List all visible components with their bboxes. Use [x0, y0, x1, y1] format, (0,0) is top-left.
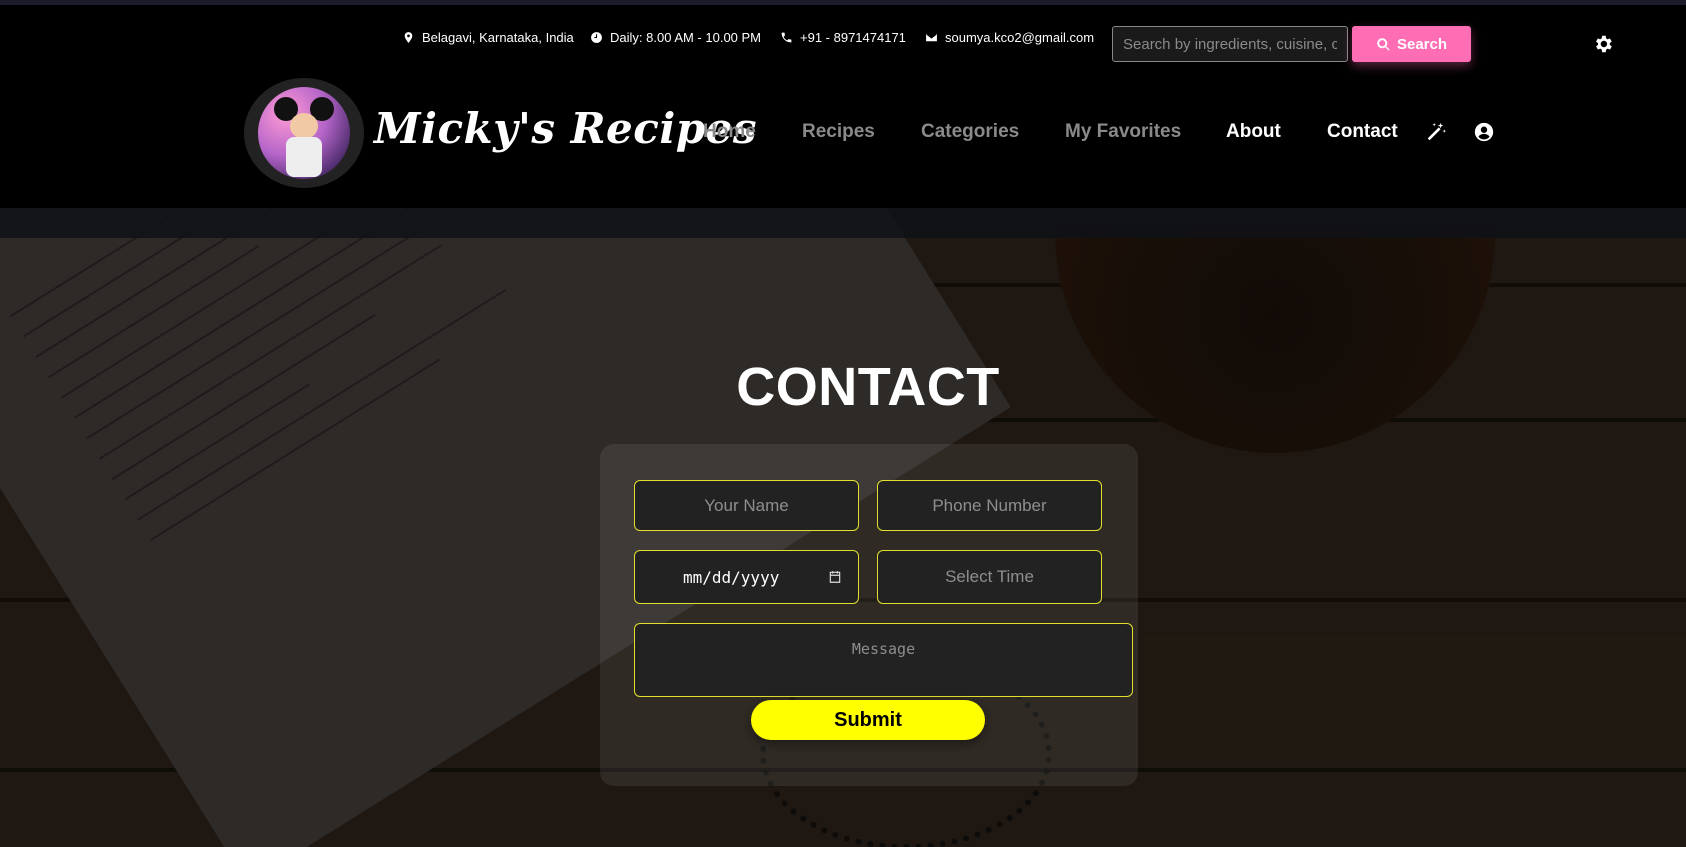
- clock-icon: [591, 32, 602, 43]
- search-button[interactable]: Search: [1352, 26, 1471, 62]
- calendar-icon[interactable]: [828, 570, 842, 584]
- nav-home[interactable]: Home: [703, 121, 756, 143]
- nav-categories[interactable]: Categories: [921, 121, 1019, 143]
- info-topbar: Belagavi, Karnataka, India Daily: 8.00 A…: [0, 5, 1686, 75]
- mickey-logo-image: [258, 87, 350, 179]
- phone-number-field[interactable]: [877, 480, 1102, 531]
- contact-hero: CONTACT mm/dd/yyyy Submit: [0, 208, 1686, 847]
- phone-info: +91 - 8971474171: [780, 30, 906, 45]
- phone-icon: [781, 32, 792, 43]
- search-button-label: Search: [1396, 35, 1448, 53]
- envelope-icon: [926, 33, 937, 42]
- name-field[interactable]: [634, 480, 859, 531]
- nav-recipes[interactable]: Recipes: [802, 121, 875, 143]
- date-field[interactable]: mm/dd/yyyy: [634, 550, 859, 604]
- magic-wand-icon[interactable]: [1425, 121, 1447, 143]
- user-circle-icon[interactable]: [1473, 121, 1495, 143]
- email-text: soumya.kco2@gmail.com: [945, 30, 1095, 45]
- header-shadow-band: [0, 208, 1686, 238]
- location-text: Belagavi, Karnataka, India: [422, 30, 574, 45]
- brand-name[interactable]: Micky's Recipes: [374, 104, 757, 153]
- nav-contact[interactable]: Contact: [1327, 121, 1398, 143]
- nav-my-favorites[interactable]: My Favorites: [1065, 121, 1181, 143]
- submit-button[interactable]: Submit: [751, 700, 985, 740]
- hours-text: Daily: 8.00 AM - 10.00 PM: [610, 30, 762, 45]
- gear-icon[interactable]: [1592, 33, 1614, 55]
- logo[interactable]: [244, 78, 364, 188]
- map-pin-icon: [404, 32, 413, 43]
- search-icon: [1377, 37, 1390, 51]
- hours-info: Daily: 8.00 AM - 10.00 PM: [590, 30, 761, 45]
- nav-about[interactable]: About: [1226, 121, 1281, 143]
- email-info: soumya.kco2@gmail.com: [925, 30, 1094, 45]
- select-time-field[interactable]: [877, 550, 1102, 604]
- phone-text: +91 - 8971474171: [800, 30, 906, 45]
- message-field[interactable]: [634, 623, 1133, 697]
- date-field-value: mm/dd/yyyy: [683, 567, 780, 587]
- search-input[interactable]: [1112, 26, 1348, 62]
- location-info: Belagavi, Karnataka, India: [402, 30, 574, 45]
- contact-title: CONTACT: [736, 357, 1000, 417]
